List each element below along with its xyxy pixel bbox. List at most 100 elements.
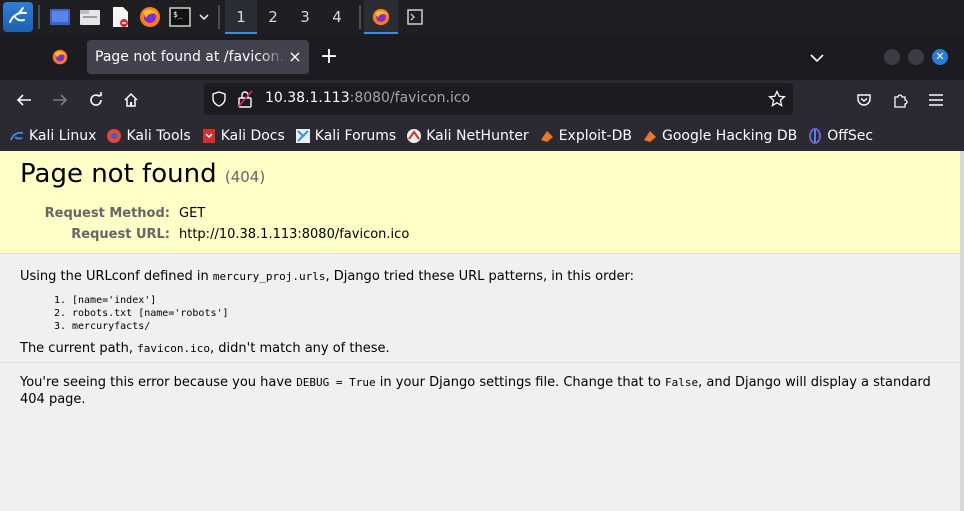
svg-text:$_: $_ (173, 10, 183, 19)
bookmark-kali-tools[interactable]: Kali Tools (106, 127, 191, 144)
maximize-button[interactable] (908, 49, 924, 65)
tab-title: Page not found at /favicon.ico (95, 49, 287, 65)
arrow-right-icon (53, 94, 68, 106)
bookmark-label: OffSec (827, 127, 874, 144)
page-title: Page not found (404) (20, 159, 940, 189)
bookmark-label: Kali Linux (29, 127, 97, 144)
explanation-part: in your Django settings file. Change tha… (375, 375, 665, 390)
error-info: Using the URLconf defined in mercury_pro… (0, 254, 960, 363)
url-path: :8080/favicon.ico (349, 90, 471, 106)
kali-docs-icon (201, 128, 217, 144)
list-all-tabs-button[interactable] (806, 48, 828, 68)
kali-menu-icon[interactable] (3, 2, 33, 32)
reload-button[interactable] (82, 86, 110, 114)
firefox-icon (52, 49, 68, 65)
insecure-lock-icon[interactable] (237, 90, 253, 112)
page-scrollbar[interactable] (960, 151, 964, 511)
url-pattern: mercuryfacts/ (72, 320, 940, 333)
extensions-button[interactable] (886, 86, 914, 114)
debug-setting: DEBUG = True (296, 376, 376, 389)
terminal-icon (407, 9, 423, 25)
error-summary: Page not found (404) Request Method: GET… (0, 151, 960, 254)
url-host: 10.38.1.113 (265, 90, 350, 106)
desktop-icon[interactable] (47, 2, 73, 32)
bookmarks-toolbar: Kali Linux Kali Tools Kali Docs Kali For… (0, 120, 964, 151)
panel-separator (38, 5, 40, 29)
menu-button[interactable] (922, 86, 950, 114)
reload-icon (90, 92, 102, 106)
bookmark-kali-linux[interactable]: Kali Linux (9, 128, 96, 144)
google-hacking-db-icon (642, 128, 658, 144)
window-close-button[interactable]: ✕ (932, 49, 948, 65)
bookmark-star-icon[interactable] (768, 89, 786, 112)
current-path-prefix: The current path, (20, 341, 138, 356)
kali-dragon-icon (9, 128, 25, 144)
urlconf-prefix: Using the URLconf defined in (20, 269, 213, 284)
request-url-row: Request URL: http://10.38.1.113:8080/fav… (20, 224, 940, 245)
bookmark-label: Google Hacking DB (661, 127, 798, 144)
file-manager-icon[interactable] (77, 2, 103, 32)
hamburger-icon (929, 94, 943, 106)
pocket-button[interactable] (850, 86, 878, 114)
firefox-icon (372, 8, 390, 26)
home-button[interactable] (117, 86, 145, 114)
panel-separator (359, 5, 361, 29)
workspace-2[interactable]: 2 (257, 0, 289, 34)
current-path-suffix: , didn't match any of these. (210, 341, 390, 356)
tab-strip: Page not found at /favicon.ico × + ✕ (0, 34, 964, 80)
minimize-button[interactable] (884, 49, 900, 65)
bookmark-kali-nethunter[interactable]: Kali NetHunter (406, 128, 529, 144)
bookmark-kali-forums[interactable]: Kali Forums (295, 128, 396, 144)
firefox-window-button[interactable] (364, 0, 398, 34)
current-path: favicon.ico (137, 342, 211, 355)
page-content: Page not found (404) Request Method: GET… (0, 151, 960, 511)
bookmark-exploit-db[interactable]: Exploit-DB (539, 128, 632, 144)
url-pattern: robots.txt [name='robots'] (72, 307, 940, 320)
firefox-icon[interactable] (137, 2, 163, 32)
workspace-3[interactable]: 3 (289, 0, 321, 34)
request-method-row: Request Method: GET (20, 203, 940, 224)
taskbar: $_ 1 2 3 4 (0, 0, 964, 34)
offsec-icon (807, 127, 823, 144)
bookmark-offsec[interactable]: OffSec (807, 127, 874, 144)
bookmark-label: Kali Forums (314, 127, 397, 144)
status-code: (404) (224, 168, 266, 186)
bookmark-kali-docs[interactable]: Kali Docs (201, 128, 285, 144)
debug-explanation: You're seeing this error because you hav… (0, 363, 960, 408)
bookmark-google-hacking-db[interactable]: Google Hacking DB (642, 128, 797, 144)
kali-forums-icon (295, 128, 311, 144)
back-button[interactable] (10, 86, 38, 114)
kali-tools-icon (106, 128, 122, 144)
terminal-window-button[interactable] (398, 0, 432, 34)
url-text[interactable]: 10.38.1.113:8080/favicon.ico (265, 90, 470, 106)
current-path-text: The current path, favicon.ico, didn't ma… (20, 341, 940, 357)
request-url-value: http://10.38.1.113:8080/favicon.ico (179, 227, 410, 242)
workspace-4[interactable]: 4 (321, 0, 353, 34)
kali-nethunter-icon (406, 128, 422, 144)
chevron-down-icon[interactable] (197, 2, 211, 32)
page-heading: Page not found (20, 159, 217, 189)
workspace-1[interactable]: 1 (225, 0, 257, 34)
pinned-tab[interactable] (44, 42, 76, 72)
navigation-toolbar: 10.38.1.113:8080/favicon.ico (0, 80, 964, 120)
bookmark-label: Exploit-DB (558, 127, 632, 144)
forward-button[interactable] (46, 86, 74, 114)
bookmark-label: Kali Docs (220, 127, 285, 144)
exploit-db-icon (539, 128, 555, 144)
active-tab[interactable]: Page not found at /favicon.ico × (87, 40, 309, 74)
terminal-icon[interactable]: $_ (167, 2, 193, 32)
panel-separator (218, 5, 220, 29)
shield-icon[interactable] (211, 91, 227, 111)
request-meta: Request Method: GET Request URL: http://… (20, 203, 940, 245)
bookmark-label: Kali Tools (126, 127, 191, 144)
request-method-value: GET (179, 206, 206, 221)
new-tab-button[interactable]: + (316, 45, 342, 71)
screen: $_ 1 2 3 4 Page not found at /favicon.ic… (0, 0, 964, 511)
text-editor-icon[interactable] (107, 2, 133, 32)
puzzle-icon (894, 94, 908, 108)
url-bar[interactable]: 10.38.1.113:8080/favicon.ico (204, 83, 793, 115)
explanation-part: You're seeing this error because you hav… (20, 375, 297, 390)
url-patterns-list: [name='index'] robots.txt [name='robots'… (72, 294, 940, 333)
close-icon[interactable]: × (287, 49, 303, 65)
home-icon (124, 92, 138, 107)
